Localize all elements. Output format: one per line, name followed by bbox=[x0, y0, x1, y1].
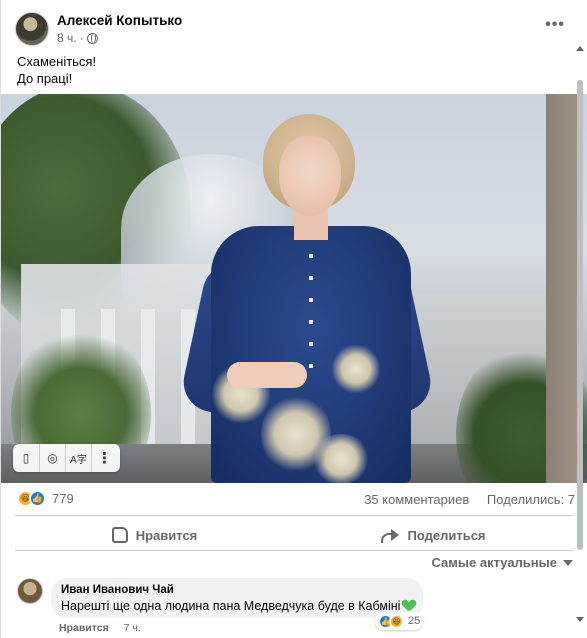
author-name[interactable]: Алексей Копытько bbox=[57, 13, 182, 28]
post-time: 8 ч. · bbox=[57, 31, 182, 45]
post-text: Схаменіться! До праці! bbox=[17, 53, 96, 87]
photo-person bbox=[178, 114, 436, 483]
like-reaction-icon: 👍 bbox=[29, 490, 46, 507]
post-text-line: Схаменіться! bbox=[17, 54, 97, 69]
scrollbar-thumb[interactable] bbox=[577, 80, 583, 550]
sort-label: Самые актуальные bbox=[431, 555, 558, 570]
comment-time[interactable]: 7 ч. bbox=[124, 622, 141, 634]
like-label: Нравится bbox=[135, 527, 198, 543]
comment-actions: Нравится 7 ч. bbox=[59, 622, 141, 634]
bookmark-icon[interactable]: ▯ bbox=[13, 444, 39, 472]
comment-like-link[interactable]: Нравится bbox=[59, 622, 109, 634]
share-label: Поделиться bbox=[407, 527, 486, 543]
haha-reaction-icon: 😆 bbox=[389, 613, 404, 629]
globe-icon bbox=[86, 32, 98, 44]
comment-sort-dropdown[interactable]: Самые актуальные bbox=[431, 555, 573, 570]
divider bbox=[15, 550, 573, 551]
post-photo[interactable] bbox=[1, 94, 587, 483]
green-heart-icon bbox=[403, 600, 415, 611]
like-button[interactable]: Нравится bbox=[15, 520, 294, 550]
lens-icon[interactable]: ◎ bbox=[39, 444, 65, 472]
scroll-up-arrow-icon[interactable] bbox=[576, 46, 584, 51]
more-vertical-icon[interactable]: ⋮ bbox=[91, 444, 117, 472]
image-toolbar: ▯ ◎ A字 ⋮ bbox=[13, 444, 120, 472]
post-stats: 😆 👍 779 35 комментариев Поделились: 7 bbox=[15, 490, 575, 510]
comment-text-row: Нарешті ще одна людина пана Медведчука б… bbox=[61, 599, 413, 613]
comments-count[interactable]: 35 комментариев bbox=[364, 492, 469, 507]
thumbs-up-icon bbox=[111, 527, 128, 543]
post-header: Алексей Копытько 8 ч. · bbox=[15, 12, 182, 46]
post-text-line: До праці! bbox=[17, 71, 73, 86]
comment-reactions-count: 25 bbox=[408, 615, 421, 627]
reactions-count[interactable]: 779 bbox=[52, 491, 74, 506]
share-button[interactable]: Поделиться bbox=[294, 520, 573, 550]
comment-text: Нарешті ще одна людина пана Медведчука б… bbox=[61, 599, 401, 613]
shares-count[interactable]: Поделились: 7 bbox=[487, 492, 575, 507]
chevron-down-icon bbox=[563, 559, 573, 566]
comment-bubble: Иван Иванович Чай Нарешті ще одна людина… bbox=[51, 578, 423, 618]
scrollbar[interactable] bbox=[576, 28, 584, 626]
share-arrow-icon bbox=[381, 528, 400, 543]
divider bbox=[15, 515, 573, 516]
more-options-icon[interactable]: ••• bbox=[545, 16, 565, 34]
comment-author[interactable]: Иван Иванович Чай bbox=[61, 584, 413, 596]
commenter-avatar[interactable] bbox=[17, 578, 43, 604]
comment-reactions[interactable]: 👍 😆 25 bbox=[375, 612, 424, 630]
post-timestamp[interactable]: 8 ч. bbox=[57, 31, 77, 45]
author-avatar[interactable] bbox=[15, 12, 49, 46]
scroll-down-arrow-icon[interactable] bbox=[576, 617, 584, 622]
post-actions: Нравится Поделиться bbox=[15, 520, 573, 550]
post-card: Алексей Копытько 8 ч. · ••• Схаменіться!… bbox=[0, 0, 587, 638]
translate-icon[interactable]: A字 bbox=[65, 444, 91, 472]
reactions-summary[interactable]: 😆 👍 779 bbox=[17, 490, 74, 507]
